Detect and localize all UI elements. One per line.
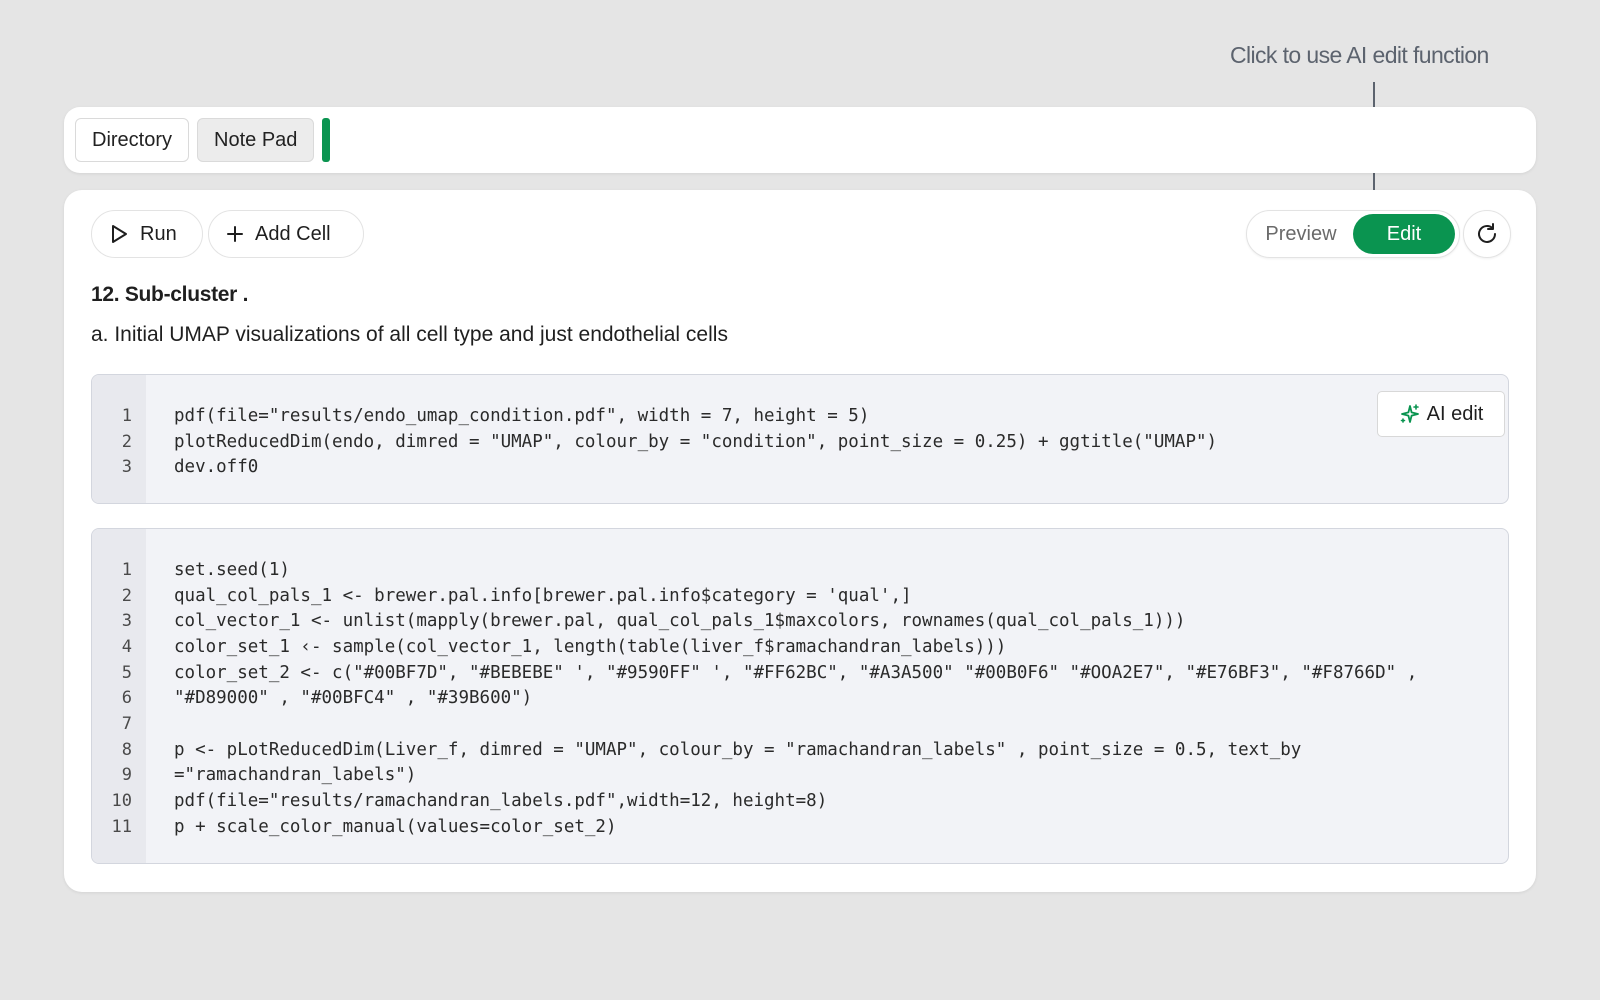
- line-number: 2: [121, 585, 132, 606]
- line-number: 3: [121, 611, 132, 632]
- refresh-button[interactable]: [1463, 210, 1511, 258]
- edit-toggle-option[interactable]: Edit: [1353, 214, 1455, 254]
- code-line[interactable]: 7: [92, 711, 1508, 737]
- ai-edit-button[interactable]: AI edit: [1377, 391, 1505, 437]
- code-line[interactable]: 1 set.seed(1): [92, 557, 1508, 583]
- code-lines: 1 pdf(file="results/endo_umap_condition.p…: [92, 403, 1508, 480]
- line-number: 7: [121, 713, 132, 734]
- code-line[interactable]: 5 color_set_2 <- c("#00BF7D", "#BEBEBE" '…: [92, 660, 1508, 686]
- code-text[interactable]: col_vector_1 <- unlist(mapply(brewer.pal…: [146, 611, 1185, 631]
- code-text[interactable]: color_set_1 ‹- sample(col_vector_1, leng…: [146, 637, 1006, 657]
- code-line[interactable]: 3 col_vector_1 <- unlist(mapply(brewer.pa…: [92, 608, 1508, 634]
- code-line[interactable]: 9 ="ramachandran_labels"): [92, 763, 1508, 789]
- ai-edit-button-label: AI edit: [1426, 402, 1484, 425]
- code-cell-2[interactable]: 1 set.seed(1) 2 qual_col_pals_1 <- brewer.p…: [91, 528, 1509, 864]
- section-subheading: a. Initial UMAP visualizations of all ce…: [91, 323, 728, 346]
- section-heading: 12. Sub-cluster .: [91, 283, 249, 306]
- code-line[interactable]: 4 color_set_1 ‹- sample(col_vector_1, len…: [92, 634, 1508, 660]
- active-tab-indicator: [322, 118, 331, 162]
- preview-toggle-option[interactable]: Preview: [1248, 214, 1354, 254]
- code-text[interactable]: color_set_2 <- c("#00BF7D", "#BEBEBE" ',…: [146, 663, 1417, 683]
- code-lines: 1 set.seed(1) 2 qual_col_pals_1 <- brewer.p…: [92, 557, 1508, 840]
- run-button-label: Run: [140, 222, 177, 245]
- line-number: 9: [121, 765, 132, 786]
- line-number: 8: [121, 739, 132, 760]
- top-tab-bar: Directory Note Pad: [64, 107, 1536, 173]
- code-line[interactable]: 2 plotReducedDim(endo, dimred = "UMAP", c…: [92, 429, 1508, 455]
- add-cell-button[interactable]: Add Cell: [208, 210, 364, 258]
- preview-edit-toggle: Preview Edit: [1246, 210, 1460, 258]
- code-text[interactable]: pdf(file="results/endo_umap_condition.pd…: [146, 406, 869, 426]
- code-text[interactable]: ="ramachandran_labels"): [146, 765, 416, 785]
- code-line[interactable]: 2 qual_col_pals_1 <- brewer.pal.info[brew…: [92, 583, 1508, 609]
- code-text[interactable]: pdf(file="results/ramachandran_labels.pd…: [146, 791, 827, 811]
- line-number: 2: [121, 431, 132, 452]
- code-line[interactable]: 8 p <- pLotReducedDim(Liver_f, dimred = "…: [92, 737, 1508, 763]
- code-line[interactable]: 1 pdf(file="results/endo_umap_condition.p…: [92, 403, 1508, 429]
- code-text[interactable]: "#D89000" , "#00BFC4" , "#39B600"): [146, 688, 532, 708]
- refresh-icon: [1478, 223, 1496, 243]
- code-line[interactable]: 3 dev.off0: [92, 454, 1508, 480]
- tab-directory[interactable]: Directory: [75, 118, 190, 162]
- code-line[interactable]: 10 pdf(file="results/ramachandran_labels.…: [92, 788, 1508, 814]
- plus-icon: [227, 226, 243, 242]
- add-cell-button-label: Add Cell: [255, 222, 331, 245]
- code-line[interactable]: 11 p + scale_color_manual(values=color_se…: [92, 814, 1508, 840]
- line-number: 6: [121, 688, 132, 709]
- code-text[interactable]: plotReducedDim(endo, dimred = "UMAP", co…: [146, 432, 1217, 452]
- annotation-label: Click to use AI edit function: [1230, 42, 1489, 68]
- line-number: 1: [121, 405, 132, 426]
- tab-note-pad[interactable]: Note Pad: [197, 118, 315, 162]
- code-cell-1[interactable]: 1 pdf(file="results/endo_umap_condition.p…: [91, 374, 1509, 504]
- play-icon: [112, 225, 127, 243]
- line-number: 4: [121, 636, 132, 657]
- code-text[interactable]: p <- pLotReducedDim(Liver_f, dimred = "U…: [146, 740, 1301, 760]
- code-text[interactable]: qual_col_pals_1 <- brewer.pal.info[brewe…: [146, 586, 912, 606]
- line-number: 5: [121, 662, 132, 683]
- sparkle-icon: [1400, 404, 1419, 423]
- code-line[interactable]: 6 "#D89000" , "#00BFC4" , "#39B600"): [92, 685, 1508, 711]
- code-text[interactable]: dev.off0: [146, 457, 258, 477]
- line-number: 10: [111, 791, 132, 812]
- code-text[interactable]: set.seed(1): [146, 560, 290, 580]
- line-number: 11: [111, 816, 132, 837]
- code-text[interactable]: p + scale_color_manual(values=color_set_…: [146, 817, 617, 837]
- line-number: 3: [121, 457, 132, 478]
- run-button[interactable]: Run: [91, 210, 203, 258]
- line-number: 1: [121, 559, 132, 580]
- notebook-panel: Run Add Cell Preview Edit 12. Sub-cluste…: [64, 190, 1536, 892]
